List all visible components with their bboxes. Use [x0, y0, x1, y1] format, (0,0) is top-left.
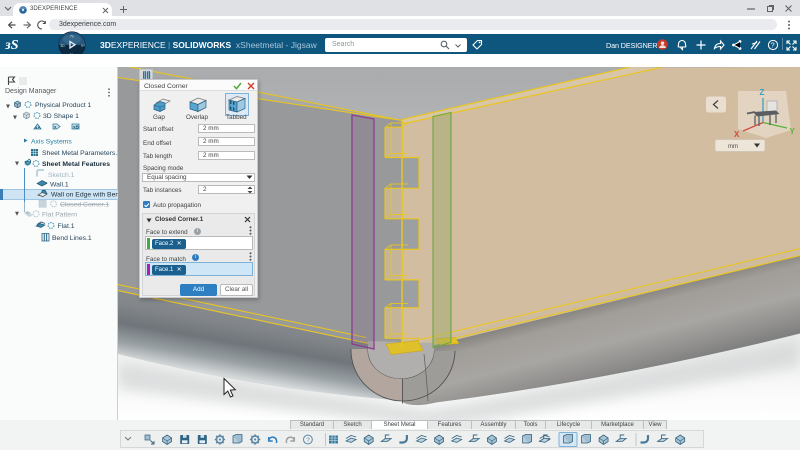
svg-text:Sheet Metal Parameters.1: Sheet Metal Parameters.1 — [42, 150, 118, 157]
svg-text:Bend Lines.1: Bend Lines.1 — [52, 235, 92, 242]
svg-text:Physical Product 1: Physical Product 1 — [35, 102, 92, 109]
svg-text:7x: 7x — [70, 35, 74, 39]
svg-text:Flat Pattern: Flat Pattern — [42, 211, 77, 218]
svg-text:ɜS: ɜS — [4, 38, 19, 53]
svg-text:xB: xB — [73, 124, 80, 129]
svg-text:Flat.1: Flat.1 — [58, 223, 75, 230]
svg-text:Wall on Edge with Bend.1: Wall on Edge with Bend.1 — [51, 191, 118, 198]
svg-text:?: ? — [771, 42, 775, 49]
svg-text:Sketch.1: Sketch.1 — [48, 172, 75, 179]
svg-text:Wall.1: Wall.1 — [50, 181, 69, 188]
svg-text:X: X — [734, 130, 740, 139]
svg-text:Sheet Metal Features: Sheet Metal Features — [42, 161, 110, 168]
svg-text:3D: 3D — [61, 44, 66, 48]
svg-text:V+: V+ — [81, 44, 85, 48]
svg-text:Y: Y — [790, 127, 796, 136]
svg-text:Z: Z — [760, 88, 765, 97]
svg-text:mm: mm — [728, 144, 738, 150]
svg-text:xA: xA — [35, 125, 42, 130]
svg-text:Axis Systems: Axis Systems — [31, 138, 72, 145]
svg-text:3D Shape 1: 3D Shape 1 — [43, 113, 79, 120]
svg-text:?: ? — [306, 436, 310, 443]
svg-text:Closed Corner.1: Closed Corner.1 — [60, 201, 109, 208]
